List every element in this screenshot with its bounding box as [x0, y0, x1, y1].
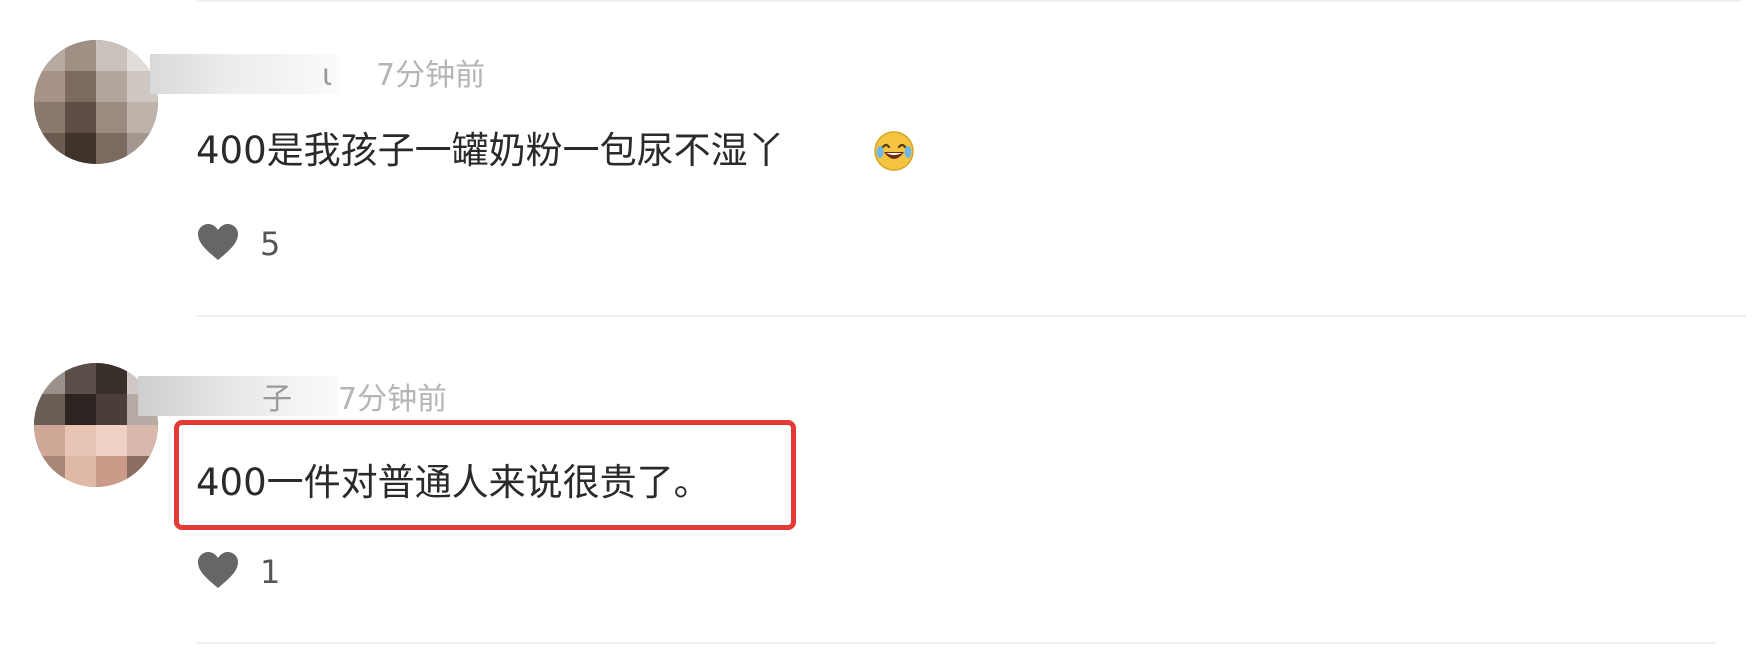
heart-icon	[198, 224, 238, 260]
avatar-mosaic	[34, 40, 158, 164]
comment-timestamp: 7分钟前	[376, 58, 486, 93]
avatar[interactable]	[34, 40, 158, 164]
username-redacted	[150, 54, 340, 94]
comment-text: 400一件对普通人来说很贵了。	[196, 461, 711, 504]
comment-text: 400是我孩子一罐奶粉一包尿不湿丫	[196, 129, 785, 172]
heart-icon	[198, 552, 238, 588]
like-count: 1	[260, 553, 281, 591]
comment-item: ι 7分钟前 400是我孩子一罐奶粉一包尿不湿丫 5	[0, 0, 1764, 312]
grinning-sweat-emoji-icon	[874, 131, 914, 171]
comment-timestamp: 7分钟前	[338, 382, 448, 417]
bottom-divider	[196, 642, 1716, 644]
username[interactable]: 子	[262, 382, 292, 418]
username-redacted	[138, 376, 338, 416]
comment-divider	[196, 315, 1746, 317]
like-count: 5	[260, 225, 281, 263]
username[interactable]: ι	[322, 58, 332, 94]
